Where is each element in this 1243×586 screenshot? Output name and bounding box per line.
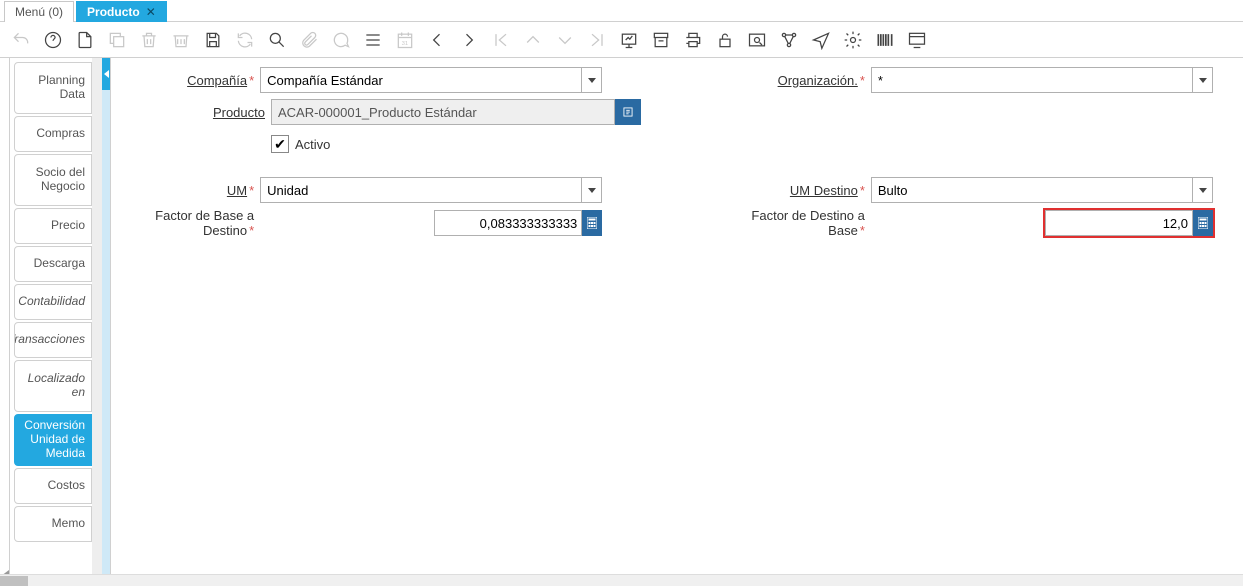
sidebar-scrollbar[interactable]: [92, 58, 102, 586]
lock-icon[interactable]: [714, 29, 736, 51]
sidebar-item-label: Contabilidad: [18, 295, 85, 309]
edge-strip: [0, 58, 10, 586]
producto-value: ACAR-000001_Producto Estándar: [278, 105, 477, 120]
nav-first-icon[interactable]: [490, 29, 512, 51]
compania-dropdown-icon[interactable]: [582, 67, 602, 93]
sidebar-item-label: Compras: [36, 127, 85, 141]
help-icon[interactable]: [42, 29, 64, 51]
delete-all-icon[interactable]: [170, 29, 192, 51]
sidebar-item-transacciones[interactable]: Transacciones: [14, 322, 92, 358]
tab-producto-label: Producto: [87, 5, 140, 19]
toolbar: 31: [0, 22, 1243, 58]
search-icon[interactable]: [266, 29, 288, 51]
nav-prev-icon[interactable]: [426, 29, 448, 51]
sidebar-item-label: Planning Data: [19, 74, 85, 102]
sidebar-item-contabilidad[interactable]: Contabilidad: [14, 284, 92, 320]
sidebar-item-label: Transacciones: [14, 333, 85, 347]
bottom-scrollbar[interactable]: [0, 574, 1243, 586]
factor-bd-field[interactable]: [434, 210, 582, 236]
copy-record-icon[interactable]: [106, 29, 128, 51]
activo-checkbox[interactable]: [271, 135, 289, 153]
sidebar-item-label: Memo: [52, 517, 85, 531]
nav-next-icon[interactable]: [458, 29, 480, 51]
label-compania: Compañía*: [121, 73, 260, 88]
sidebar-item-descarga[interactable]: Descarga: [14, 246, 92, 282]
sidebar-item-localizado-en[interactable]: Localizado en: [14, 360, 92, 412]
sidebar-item-label: Socio del Negocio: [19, 166, 85, 194]
sidebar-item-label: Descarga: [34, 257, 85, 271]
refresh-icon[interactable]: [234, 29, 256, 51]
nav-up-icon[interactable]: [522, 29, 544, 51]
label-producto: Producto: [121, 105, 271, 120]
collapse-knob-icon[interactable]: [102, 58, 110, 90]
producto-lookup-icon[interactable]: [615, 99, 641, 125]
um-destino-dropdown-icon[interactable]: [1193, 177, 1213, 203]
workflow-icon[interactable]: [778, 29, 800, 51]
um-destino-field[interactable]: [871, 177, 1193, 203]
nav-last-icon[interactable]: [586, 29, 608, 51]
delete-icon[interactable]: [138, 29, 160, 51]
tab-menu[interactable]: Menú (0): [4, 1, 74, 22]
compania-field[interactable]: [260, 67, 582, 93]
archive-icon[interactable]: [650, 29, 672, 51]
chat-icon[interactable]: [330, 29, 352, 51]
svg-text:31: 31: [402, 41, 408, 47]
label-um: UM*: [121, 183, 260, 198]
sidebar-item-planning-data[interactable]: Planning Data: [14, 62, 92, 114]
sidebar-item-precio[interactable]: Precio: [14, 208, 92, 244]
sidebar-item-memo[interactable]: Memo: [14, 506, 92, 542]
sidebar-item-conversion-um[interactable]: Conversión Unidad de Medida: [14, 414, 92, 466]
close-tab-icon[interactable]: ✕: [146, 5, 156, 19]
organizacion-field[interactable]: [871, 67, 1193, 93]
label-activo: Activo: [295, 137, 330, 152]
new-record-icon[interactable]: [74, 29, 96, 51]
sidebar-item-compras[interactable]: Compras: [14, 116, 92, 152]
tab-menu-label: Menú (0): [15, 5, 63, 19]
report-icon[interactable]: [618, 29, 640, 51]
attachment-icon[interactable]: [298, 29, 320, 51]
nav-down-icon[interactable]: [554, 29, 576, 51]
sidebar-item-label: Conversión Unidad de Medida: [19, 419, 85, 460]
scroll-thumb[interactable]: [0, 576, 28, 586]
side-nav: Planning Data Compras Socio del Negocio …: [10, 58, 92, 586]
um-dropdown-icon[interactable]: [582, 177, 602, 203]
send-icon[interactable]: [810, 29, 832, 51]
sidebar-item-label: Precio: [51, 219, 85, 233]
sidebar-item-socio-negocio[interactable]: Socio del Negocio: [14, 154, 92, 206]
label-um-destino: UM Destino*: [722, 183, 870, 198]
sidebar-item-costos[interactable]: Costos: [14, 468, 92, 504]
producto-field: ACAR-000001_Producto Estándar: [271, 99, 615, 125]
save-icon[interactable]: [202, 29, 224, 51]
print-icon[interactable]: [682, 29, 704, 51]
grid-toggle-icon[interactable]: [362, 29, 384, 51]
screen-icon[interactable]: [906, 29, 928, 51]
label-factor-bd: Factor de Base a Destino*: [121, 208, 260, 238]
zoom-across-icon[interactable]: [746, 29, 768, 51]
collapse-handle[interactable]: [102, 58, 110, 586]
calendar-icon[interactable]: 31: [394, 29, 416, 51]
factor-bd-calc-icon[interactable]: [582, 210, 602, 236]
form-canvas: Compañía* Organización.* Producto AC: [110, 58, 1243, 586]
um-field[interactable]: [260, 177, 582, 203]
factor-db-field[interactable]: [1045, 210, 1193, 236]
sidebar-item-label: Costos: [48, 479, 85, 493]
barcode-icon[interactable]: [874, 29, 896, 51]
gear-icon[interactable]: [842, 29, 864, 51]
tab-producto[interactable]: Producto ✕: [76, 1, 167, 22]
label-organizacion: Organización.*: [722, 73, 870, 88]
organizacion-dropdown-icon[interactable]: [1193, 67, 1213, 93]
label-factor-db: Factor de Destino a Base*: [722, 208, 870, 238]
undo-icon[interactable]: [10, 29, 32, 51]
factor-db-calc-icon[interactable]: [1193, 210, 1213, 236]
sidebar-item-label: Localizado en: [19, 372, 85, 400]
